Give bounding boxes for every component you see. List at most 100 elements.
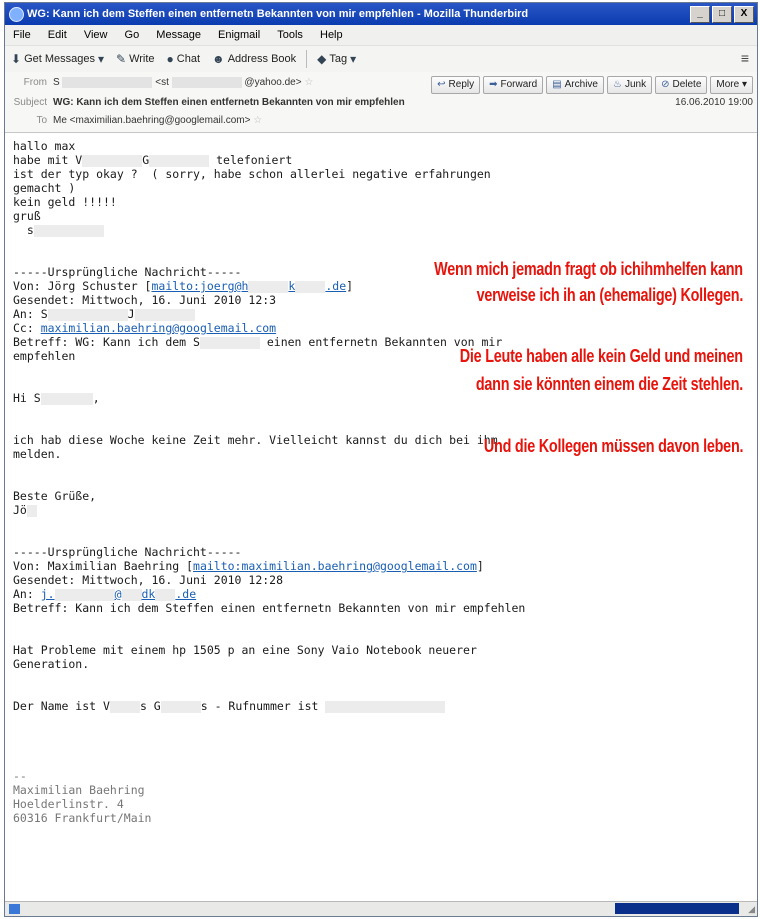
- window-controls: _ □ X: [690, 6, 754, 23]
- menu-help[interactable]: Help: [320, 29, 343, 41]
- chat-button[interactable]: ● Chat: [161, 48, 207, 70]
- body-text: ]: [346, 279, 354, 293]
- chat-bubble-icon: ●: [166, 52, 174, 66]
- menu-go[interactable]: Go: [125, 29, 140, 41]
- body-text: Von: Maximilian Baehring [: [13, 559, 194, 573]
- tag-button[interactable]: ◆ Tag ▾: [311, 48, 362, 70]
- resize-grip-icon[interactable]: ◢: [748, 904, 755, 915]
- toolbar-separator: [306, 50, 308, 68]
- body-line: [13, 461, 749, 475]
- body-text: ,: [92, 391, 100, 405]
- menu-enigmail[interactable]: Enigmail: [218, 29, 260, 41]
- contact-icon: ☻: [212, 52, 225, 66]
- junk-icon: ♨: [613, 79, 622, 90]
- body-line: -----Ursprüngliche Nachricht-----: [13, 545, 242, 559]
- body-line: kein geld !!!!!: [13, 195, 117, 209]
- from-email-domain: @yahoo.de>: [244, 77, 302, 88]
- body-text: telefoniert: [216, 153, 293, 167]
- delete-button[interactable]: ⊘ Delete: [655, 76, 708, 94]
- body-text: s G: [139, 699, 161, 713]
- body-line: s: [13, 223, 749, 237]
- body-line: [13, 517, 749, 531]
- get-messages-label: Get Messages: [24, 53, 95, 65]
- mailto-link[interactable]: mailto:maximilian.baehring@googlemail.co…: [193, 559, 477, 573]
- maximize-button[interactable]: □: [712, 6, 732, 23]
- link-text: @: [114, 587, 122, 601]
- subject-label: Subject: [13, 97, 47, 108]
- forward-icon: ➡: [489, 79, 498, 90]
- body-text: Jö: [13, 503, 27, 517]
- redacted-block: [155, 588, 176, 601]
- star-icon[interactable]: ☆: [253, 115, 262, 126]
- recipient-email-link[interactable]: j. @ dk .de: [41, 587, 196, 601]
- from-value[interactable]: S <st @yahoo.de> ☆: [53, 74, 313, 92]
- reply-icon: ↩: [437, 79, 446, 90]
- body-line: [13, 405, 749, 419]
- body-text: Hi S: [13, 391, 41, 405]
- forward-button[interactable]: ➡ Forward: [483, 76, 544, 94]
- body-line: Beste Grüße,: [13, 489, 97, 503]
- write-button[interactable]: ✎ Write: [110, 48, 161, 70]
- address-book-label: Address Book: [227, 53, 297, 65]
- more-button[interactable]: More ▾: [710, 76, 753, 94]
- title-bar[interactable]: WG: Kann ich dem Steffen einen entfernet…: [5, 3, 757, 25]
- link-text: .de: [325, 279, 347, 293]
- subject-value: WG: Kann ich dem Steffen einen entfernet…: [53, 97, 405, 108]
- minimize-button[interactable]: _: [690, 6, 710, 23]
- cc-email-link[interactable]: maximilian.baehring@googlemail.com: [41, 321, 276, 335]
- body-text: s - Rufnummer ist: [200, 699, 319, 713]
- redacted-block: [134, 308, 195, 321]
- archive-button[interactable]: ▤ Archive: [546, 76, 604, 94]
- reply-label: Reply: [448, 79, 475, 90]
- progress-bar: [615, 903, 739, 914]
- body-line: Jö: [13, 503, 749, 517]
- redacted-block: [40, 392, 93, 405]
- redacted-block: [295, 280, 326, 293]
- redacted-block: [248, 280, 289, 293]
- body-line: [13, 475, 749, 489]
- menu-message[interactable]: Message: [156, 29, 201, 41]
- menu-edit[interactable]: Edit: [48, 29, 67, 41]
- address-book-button[interactable]: ☻ Address Book: [206, 48, 302, 70]
- link-text: j.: [40, 587, 55, 601]
- to-value[interactable]: Me <maximilian.baehring@googlemail.com> …: [53, 112, 262, 130]
- app-menu-icon[interactable]: ≡: [741, 50, 749, 66]
- to-label: To: [36, 115, 47, 126]
- archive-label: Archive: [564, 79, 598, 90]
- connection-icon[interactable]: [9, 904, 20, 914]
- body-line: Der Name ist V s G s - Rufnummer ist: [13, 699, 749, 713]
- body-line: [13, 755, 749, 769]
- message-date: 16.06.2010 19:00: [675, 97, 753, 108]
- star-icon[interactable]: ☆: [304, 77, 313, 88]
- get-messages-button[interactable]: ⬇ Get Messages ▾: [5, 48, 110, 70]
- menu-tools[interactable]: Tools: [277, 29, 303, 41]
- delete-label: Delete: [672, 79, 702, 90]
- from-row: From S <st @yahoo.de> ☆ ↩ Reply ➡ Forward …: [5, 74, 757, 94]
- body-line: [13, 685, 749, 699]
- body-text: An:: [13, 587, 41, 601]
- annotation-line: Die Leute haben alle kein Geld und meine…: [459, 346, 743, 366]
- redacted-block: [199, 336, 260, 349]
- redacted-block: [109, 700, 140, 713]
- junk-button[interactable]: ♨ Junk: [607, 76, 653, 94]
- redacted-block: [47, 308, 128, 321]
- chevron-down-icon[interactable]: ▾: [98, 52, 104, 66]
- body-line: [13, 629, 749, 643]
- sender-mailto-link[interactable]: mailto:joerg@h k .de: [151, 279, 346, 293]
- annotation-line: dann sie könnten einem die Zeit stehlen.: [475, 374, 744, 394]
- redacted-block: [160, 700, 201, 713]
- thunderbird-window: WG: Kann ich dem Steffen einen entfernet…: [4, 2, 758, 917]
- redacted-block: [171, 76, 242, 88]
- menu-file[interactable]: File: [13, 29, 31, 41]
- redacted-block: [121, 588, 142, 601]
- main-toolbar: ⬇ Get Messages ▾ ✎ Write ● Chat ☻ Addres…: [5, 45, 757, 73]
- reply-button[interactable]: ↩ Reply: [431, 76, 481, 94]
- body-line: Generation.: [13, 657, 90, 671]
- chat-label: Chat: [176, 53, 201, 65]
- window-title: WG: Kann ich dem Steffen einen entfernet…: [27, 8, 529, 20]
- menu-view[interactable]: View: [84, 29, 108, 41]
- close-button[interactable]: X: [734, 6, 754, 23]
- body-line: ist der typ okay ? ( sorry, habe schon a…: [13, 167, 491, 181]
- junk-label: Junk: [624, 79, 647, 90]
- body-text: J: [127, 307, 135, 321]
